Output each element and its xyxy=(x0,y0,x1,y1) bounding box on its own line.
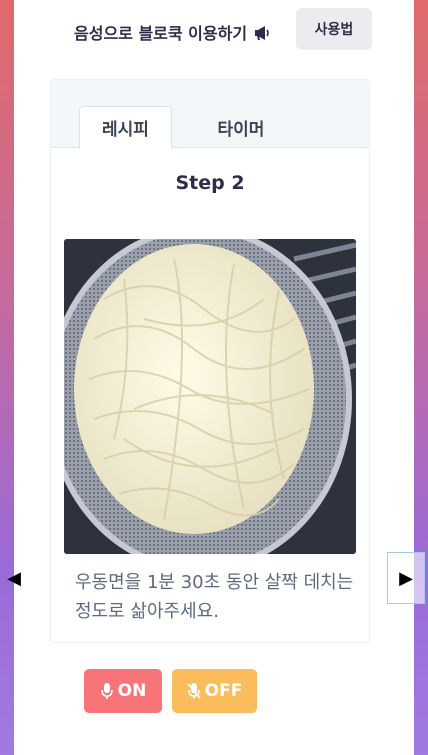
microphone-icon xyxy=(100,682,114,700)
voice-title: 음성으로 블로쿡 이용하기 xyxy=(74,20,273,45)
next-step-button[interactable]: ▶ xyxy=(387,552,425,604)
mic-on-label: ON xyxy=(117,681,147,701)
tab-bar: 레시피 타이머 xyxy=(51,80,369,149)
mic-off-label: OFF xyxy=(204,681,243,701)
tab-recipe[interactable]: 레시피 xyxy=(79,106,172,149)
tab-timer[interactable]: 타이머 xyxy=(191,106,291,149)
page-container: 음성으로 블로쿡 이용하기 사용법 레시피 타이머 Step 2 우동면을 1분… xyxy=(14,0,414,755)
mic-on-button[interactable]: ON xyxy=(84,669,162,713)
mic-off-button[interactable]: OFF xyxy=(172,669,257,713)
step-description: 우동면을 1분 30초 동안 살짝 데치는 정도로 삶아주세요. xyxy=(75,572,354,622)
megaphone-icon xyxy=(253,25,273,45)
help-button[interactable]: 사용법 xyxy=(296,8,372,50)
step-title: Step 2 xyxy=(175,172,245,194)
previous-step-button[interactable]: ◀ xyxy=(0,564,28,592)
recipe-card: 레시피 타이머 Step 2 우동면을 1분 30초 동안 살짝 데치는 정도로… xyxy=(50,79,370,643)
voice-header: 음성으로 블로쿡 이용하기 사용법 xyxy=(14,6,414,50)
step-image xyxy=(64,239,356,554)
voice-title-text: 음성으로 블로쿡 이용하기 xyxy=(74,24,248,43)
microphone-slash-icon xyxy=(186,682,201,700)
